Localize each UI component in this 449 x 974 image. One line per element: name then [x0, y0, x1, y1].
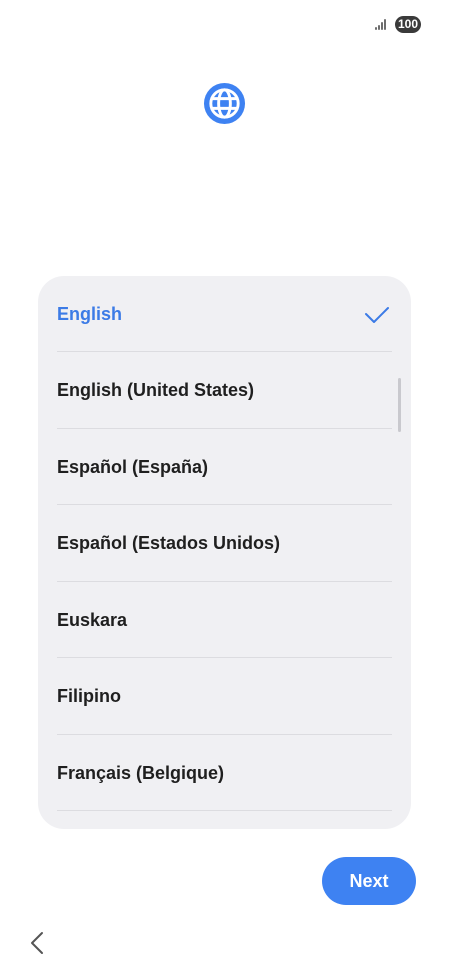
- status-bar: 100: [374, 14, 421, 34]
- language-item-espanol-espana[interactable]: Español (España): [57, 429, 392, 506]
- language-label: Euskara: [57, 610, 128, 630]
- language-item-english-united-states[interactable]: English (United States): [57, 352, 392, 429]
- divider: [57, 810, 392, 811]
- language-item-english[interactable]: English: [57, 276, 392, 353]
- chevron-left-icon[interactable]: [27, 930, 49, 956]
- language-item-filipino[interactable]: Filipino: [57, 658, 392, 735]
- language-label: English: [57, 304, 123, 324]
- language-label: Filipino: [57, 686, 121, 706]
- battery-level-badge: 100: [394, 15, 421, 33]
- language-item-espanol-estados-unidos[interactable]: Español (Estados Unidos): [57, 505, 392, 582]
- checkmark-icon: [365, 306, 389, 323]
- language-list[interactable]: English English (United States) Español …: [38, 276, 411, 829]
- globe-icon: [203, 82, 246, 125]
- language-item-francais-belgique[interactable]: Français (Belgique): [57, 735, 392, 812]
- language-label: English (United States): [57, 380, 255, 400]
- scrollbar-thumb[interactable]: [398, 378, 401, 432]
- next-button[interactable]: Next: [322, 857, 416, 905]
- language-label: Español (España): [57, 457, 209, 477]
- language-label: Français (Belgique): [57, 763, 225, 783]
- language-item-euskara[interactable]: Euskara: [57, 582, 392, 659]
- signal-bars-icon: [374, 18, 389, 30]
- language-label: Español (Estados Unidos): [57, 533, 281, 553]
